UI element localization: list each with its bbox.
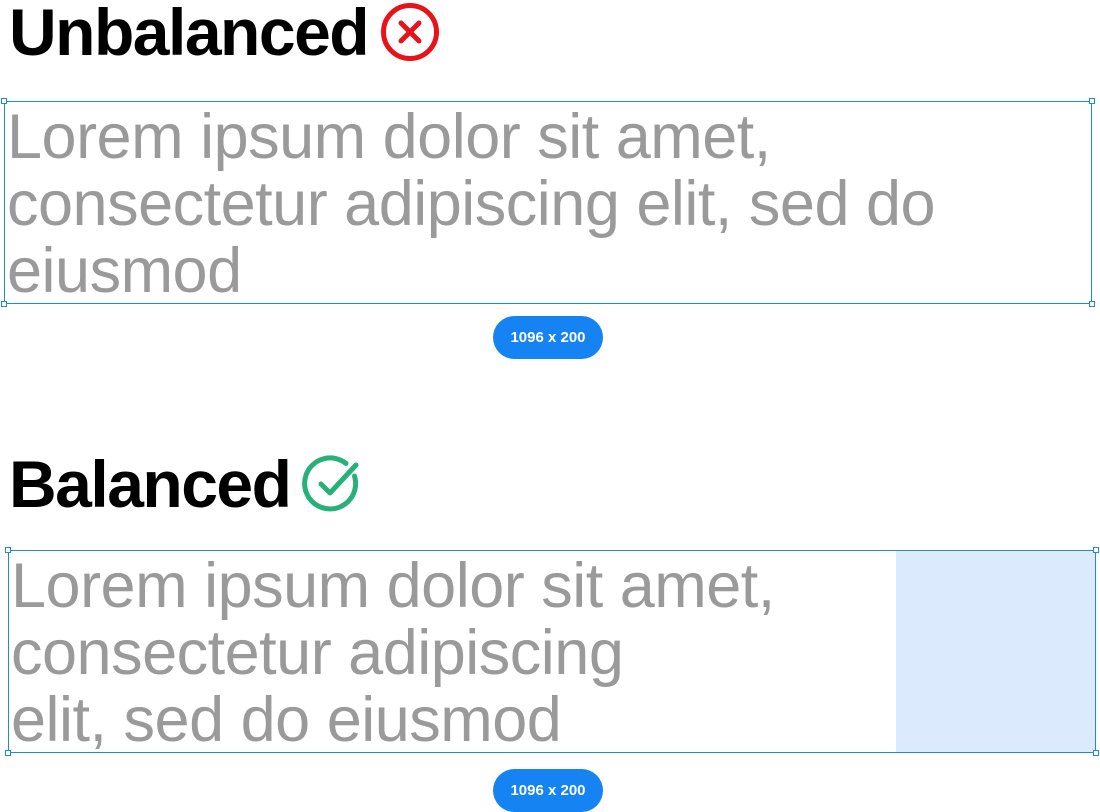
text-line: elit, sed do eiusmod (11, 685, 562, 755)
unbalanced-title: Unbalanced (9, 0, 370, 69)
resize-handle-top-right[interactable] (1093, 547, 1099, 553)
unbalanced-heading: Unbalanced (9, 0, 440, 65)
unbalanced-text-frame[interactable]: Lorem ipsum dolor sit amet, consectetur … (1, 98, 1095, 307)
text-line: Lorem ipsum dolor sit amet, (11, 551, 775, 621)
balanced-sample-text: Lorem ipsum dolor sit amet, consectetur … (11, 553, 775, 754)
text-line: Lorem ipsum dolor sit amet, (7, 102, 771, 172)
text-line: eiusmod (7, 236, 242, 306)
balanced-text-frame[interactable]: Lorem ipsum dolor sit amet, consectetur … (5, 547, 1099, 756)
resize-handle-top-right[interactable] (1089, 98, 1095, 104)
resize-handle-bottom-right[interactable] (1093, 750, 1099, 756)
unbalanced-size-badge: 1096 x 200 (493, 316, 603, 359)
resize-handle-bottom-right[interactable] (1089, 301, 1095, 307)
text-line: consectetur adipiscing (11, 618, 624, 688)
x-circle-icon (380, 2, 440, 62)
check-circle-icon (302, 454, 362, 514)
balanced-title: Balanced (9, 447, 292, 521)
balanced-size-badge: 1096 x 200 (493, 769, 603, 812)
unbalanced-sample-text: Lorem ipsum dolor sit amet, consectetur … (7, 102, 936, 306)
balanced-heading: Balanced (9, 451, 362, 517)
text-line: consectetur adipiscing elit, sed do (7, 169, 936, 239)
unused-width-highlight (896, 551, 1095, 752)
